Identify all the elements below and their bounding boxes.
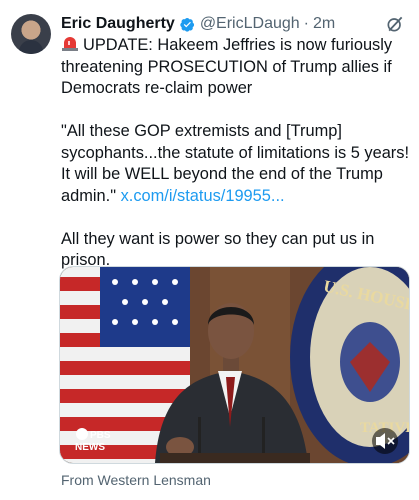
avatar[interactable]: [11, 14, 51, 54]
video-frame: U.S. HOUSE OF TATIVE PBS NEWS: [60, 267, 409, 463]
status-link[interactable]: x.com/i/status/19955...: [121, 187, 285, 205]
separator: ·: [303, 15, 309, 32]
news-text: NEWS: [75, 442, 105, 453]
grok-icon[interactable]: [385, 14, 405, 34]
author-name[interactable]: Eric Daugherty: [61, 15, 175, 33]
pbs-text: PBS: [90, 430, 111, 441]
tweet-paragraph-1-text: UPDATE: Hakeem Jeffries is now furiously…: [61, 36, 393, 97]
source-attribution[interactable]: From Western Lensman: [61, 472, 211, 488]
siren-emoji-icon: [62, 37, 78, 51]
author-handle[interactable]: @EricLDaugh: [200, 15, 300, 33]
verified-badge-icon: [180, 17, 194, 32]
tweet-time[interactable]: 2m: [313, 15, 335, 33]
tweet-header: Eric Daugherty @EricLDaugh · 2m: [61, 13, 407, 35]
tweet-paragraph-1: UPDATE: Hakeem Jeffries is now furiously…: [61, 35, 411, 100]
tweet-paragraph-2: "All these GOP extremists and [Trump] sy…: [61, 121, 411, 207]
volume-muted-icon[interactable]: [372, 428, 398, 454]
video-player[interactable]: U.S. HOUSE OF TATIVE PBS NEWS: [59, 266, 410, 464]
tweet-text: UPDATE: Hakeem Jeffries is now furiously…: [61, 35, 411, 293]
